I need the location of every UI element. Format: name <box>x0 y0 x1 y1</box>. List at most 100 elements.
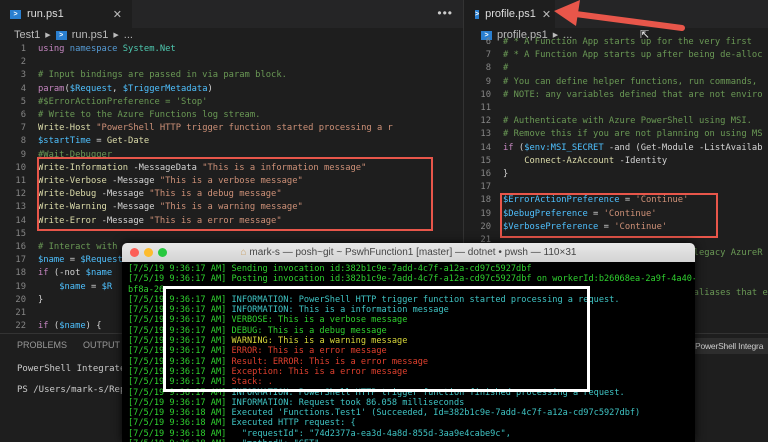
code-line: 4 param($Request, $TriggerMetadata) <box>0 83 463 96</box>
tab-bar: > run.ps1 ✕ ••• <box>0 0 463 28</box>
terminal-output-line: PowerShell Integrated <box>17 364 131 374</box>
code-line: 7 Write-Host "PowerShell HTTP trigger fun… <box>0 122 463 135</box>
terminal-titlebar[interactable]: ⌂ mark-s — posh~git ~ PswhFunction1 [mas… <box>122 243 695 262</box>
code-token: $name <box>59 321 86 332</box>
line-number: 21 <box>15 308 26 319</box>
highlight-box-preferences <box>500 193 718 238</box>
more-actions-icon[interactable]: ••• <box>437 6 453 20</box>
line-number: 10 <box>15 162 26 173</box>
tab-label: run.ps1 <box>27 8 64 20</box>
code-line: 3 # Input bindings are passed in via para… <box>0 69 463 82</box>
tab-problems[interactable]: PROBLEMS <box>17 340 67 350</box>
line-number: 17 <box>15 255 26 266</box>
code-token: "PowerShell HTTP trigger function starte… <box>96 123 393 134</box>
code-token: (-not <box>53 268 86 279</box>
breadcrumb-more[interactable]: ... <box>124 29 133 41</box>
code-token: if <box>503 142 519 153</box>
code-line: 5 #$ErrorActionPreference = 'Stop' <box>0 96 463 109</box>
terminal-text: "requestId": "74d2377a-ea3d-4a8d-855d-3a… <box>231 428 511 439</box>
code-token: Write-Host <box>38 123 97 134</box>
code-line: 1 using namespace System.Net <box>0 43 463 56</box>
line-number: 13 <box>15 202 26 213</box>
line-number: 14 <box>15 215 26 226</box>
line-number: 12 <box>480 116 491 127</box>
breadcrumb-file[interactable]: run.ps1 <box>72 29 109 41</box>
line-number: 11 <box>480 103 491 114</box>
line-number: 2 <box>20 57 26 68</box>
terminal-selector-dropdown[interactable]: PowerShell Integra <box>695 338 768 354</box>
powershell-icon: > <box>475 9 480 19</box>
arrow-icon <box>554 0 685 31</box>
code-line: 7 # * A Function App starts up after bein… <box>465 49 768 62</box>
code-token: $Request <box>69 83 113 94</box>
terminal-line: [7/5/19 9:36:18 AM] "requestId": "74d237… <box>128 429 695 439</box>
code-token: Get-Date <box>106 136 150 147</box>
terminal-line: [7/5/19 9:36:17 AM] Posting invocation i… <box>128 274 695 284</box>
code-token: , <box>112 83 123 94</box>
code-token: # * A Function App starts up for the ver… <box>503 37 752 47</box>
code-token: $TriggerMetadata <box>122 83 208 94</box>
code-line: 14 if ($env:MSI_SECRET -and (Get-Module -… <box>465 142 768 155</box>
terminal-text: [7/5/19 9:36:17 AM] Posting invocation i… <box>128 274 695 285</box>
code-token: $name <box>85 268 113 279</box>
highlight-box-log-output <box>163 286 590 392</box>
code-token: = <box>90 136 107 147</box>
breadcrumb-folder[interactable]: Test1 <box>14 29 40 41</box>
minimize-window-button[interactable] <box>144 248 153 257</box>
terminal-text: [7/5/19 9:36:18 AM] <box>128 408 232 419</box>
code-token: -and (Get-Module -ListAvailab <box>603 142 763 153</box>
code-token: # Authenticate with Azure PowerShell usi… <box>503 116 752 127</box>
line-number: 20 <box>15 294 26 305</box>
code-line: 8 $startTime = Get-Date <box>0 135 463 148</box>
terminal-text: [7/5/19 9:36:17 AM] Sending invocation i… <box>128 264 532 274</box>
terminal-prompt[interactable]: PS /Users/mark-s/Repo <box>17 385 131 395</box>
code-line: 12 # Authenticate with Azure PowerShell u… <box>465 115 768 128</box>
code-line: 10 # NOTE: any variables defined that are… <box>465 89 768 102</box>
tab-output[interactable]: OUTPUT <box>83 340 120 350</box>
tab-run-ps1[interactable]: > run.ps1 ✕ <box>0 0 132 28</box>
code-line: 2 <box>0 56 463 69</box>
code-token: System.Net <box>122 44 176 54</box>
code-token: $name <box>38 255 65 266</box>
code-token: if <box>38 321 54 332</box>
line-number: 18 <box>15 268 26 279</box>
line-number: 7 <box>20 123 26 134</box>
code-line: 6 # * A Function App starts up for the ve… <box>465 36 768 49</box>
code-token: if <box>38 268 54 279</box>
powershell-icon: > <box>55 30 67 40</box>
line-number: 11 <box>15 176 26 187</box>
code-line: 9 # You can define helper functions, run … <box>465 76 768 89</box>
terminal-text: Executed HTTP request: { <box>231 418 356 429</box>
code-token: $Request <box>80 255 123 266</box>
line-number: 19 <box>15 281 26 292</box>
breadcrumb: Test1 ▶ > run.ps1 ▶ ... <box>14 29 133 41</box>
close-window-button[interactable] <box>130 248 139 257</box>
line-number: 3 <box>20 70 26 81</box>
terminal-line: [7/5/19 9:36:17 AM] Sending invocation i… <box>128 264 695 274</box>
code-token: = <box>85 281 102 292</box>
code-line: 6 # Write to the Azure Functions log stre… <box>0 109 463 122</box>
line-number: 10 <box>480 89 491 100</box>
code-token: param <box>38 83 65 94</box>
close-icon[interactable]: ✕ <box>113 8 122 21</box>
code-token: # You can define helper functions, run c… <box>503 76 758 87</box>
line-number: 9 <box>20 149 26 160</box>
line-number: 16 <box>15 242 26 253</box>
code-token: # NOTE: any variables defined that are n… <box>503 89 763 100</box>
terminal-text: [7/5/19 9:36:18 AM] <box>128 428 232 439</box>
zoom-window-button[interactable] <box>158 248 167 257</box>
code-token: $startTime <box>38 136 91 147</box>
code-token: # Input bindings are passed in via param… <box>38 70 287 81</box>
line-number: 16 <box>480 169 491 180</box>
terminal-text: bf8a-26 <box>128 284 165 295</box>
code-token: namespace <box>69 44 123 54</box>
terminal-line: [7/5/19 9:36:17 AM] INFORMATION: Request… <box>128 398 695 408</box>
code-token: Connect-AzAccount <box>524 155 615 166</box>
code-token: } <box>503 169 509 180</box>
code-token: # <box>503 63 509 74</box>
line-number: 15 <box>15 228 26 239</box>
terminal-text: [7/5/19 9:36:17 AM] <box>128 397 232 408</box>
line-number: 8 <box>485 63 491 74</box>
mouse-cursor-icon: ⇱ <box>640 29 650 41</box>
